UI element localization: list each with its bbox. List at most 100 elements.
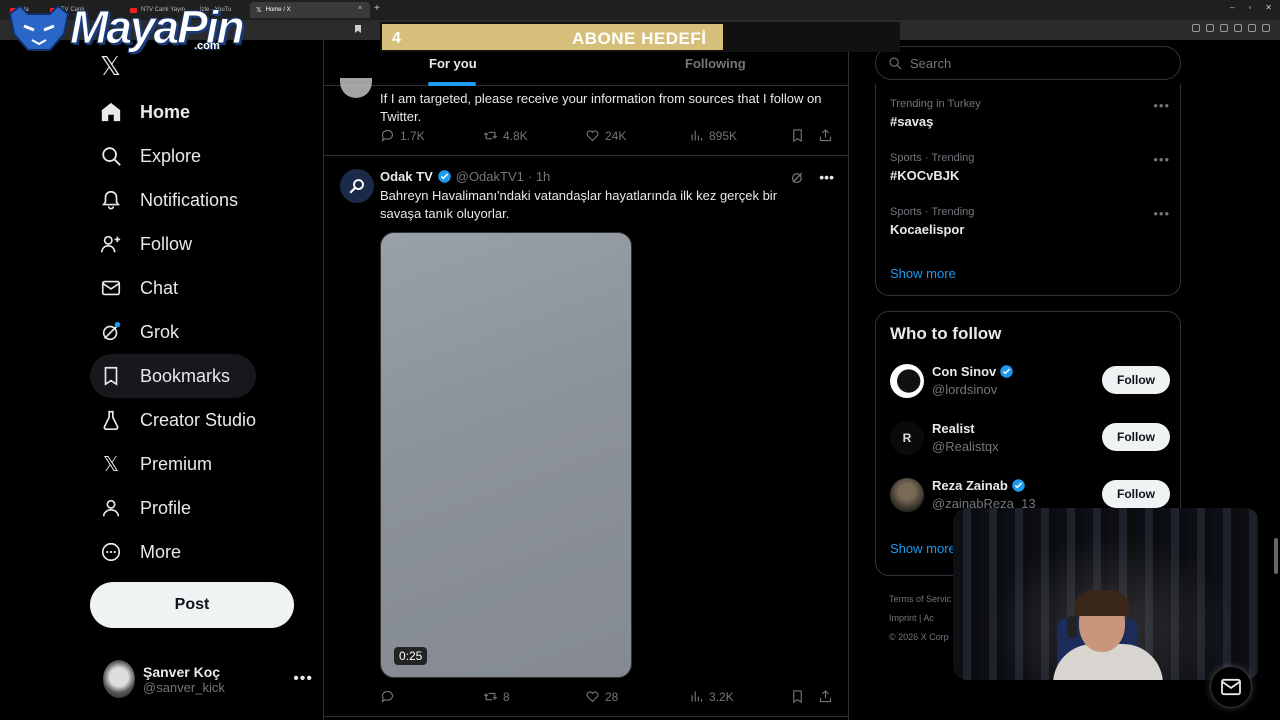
nav-explore[interactable]: Explore [90,134,320,178]
new-tab-button[interactable]: + [374,3,380,14]
avatar[interactable] [340,169,374,203]
bookmark-button[interactable] [790,128,805,143]
reply-button[interactable] [380,689,395,704]
more-horizontal-icon[interactable]: ••• [293,670,313,688]
nav-follow[interactable]: Follow [90,222,320,266]
grok-icon [100,321,122,343]
nav-profile[interactable]: Profile [90,486,320,530]
follow-button[interactable]: Follow [1102,480,1170,508]
follow-button[interactable]: Follow [1102,366,1170,394]
bookmark-button[interactable] [790,689,805,704]
more-horizontal-icon[interactable]: ••• [1153,152,1170,167]
bell-icon [100,189,122,211]
tweet-time[interactable]: · 1h [528,169,550,184]
nav-chat[interactable]: Chat [90,266,320,310]
close-window-icon[interactable]: ✕ [1265,3,1272,12]
x-logo-icon[interactable]: 𝕏 [100,52,121,82]
trend-item[interactable]: Sports · Trending Kocaelispor ••• [890,206,1170,237]
webcam-overlay [953,508,1259,680]
tab-for-you[interactable]: For you [429,56,477,71]
avatar[interactable] [890,478,924,512]
views-button[interactable]: 3.2K [689,689,734,704]
sidebar-icon[interactable] [1220,24,1228,32]
tweet[interactable]: Odak TV @OdakTV1 · 1h ••• Bahreyn Havali… [324,157,848,717]
nav-home[interactable]: Home [90,90,320,134]
extension-icon[interactable] [1192,24,1200,32]
messages-drawer-button[interactable] [1210,666,1252,708]
verified-badge-icon [1000,365,1014,378]
follow-suggestion[interactable]: R Realist @Realistqx Follow [890,421,1170,461]
bookmark-icon [793,690,802,704]
timeline: For you Following If I am targeted, plea… [323,40,849,720]
goal-title: ABONE HEDEFİ [572,29,707,48]
tab-following[interactable]: Following [685,56,746,71]
account-switcher[interactable]: Şanver Koç @sanver_kick ••• [103,660,313,698]
reply-icon [381,690,394,703]
tweet-video[interactable]: 0:25 [380,232,632,678]
split-view-icon[interactable] [1234,24,1242,32]
more-horizontal-icon[interactable]: ••• [1153,206,1170,221]
primary-nav: Home Explore Notifications Follow Chat G… [90,90,320,574]
trend-item[interactable]: Trending in Turkey #savaş ••• [890,98,1170,129]
more-horizontal-icon[interactable]: ••• [819,169,834,185]
maximize-icon[interactable]: ▫ [1248,3,1251,12]
show-more-link[interactable]: Show more [890,541,956,556]
tweet-text: Bahreyn Havalimanı'ndaki vatandaşlar hay… [380,188,778,221]
share-icon [819,129,832,142]
reply-button[interactable]: 1.7K [380,128,425,143]
extension-icon[interactable] [1206,24,1214,32]
menu-icon[interactable] [1262,24,1270,32]
follow-button[interactable]: Follow [1102,423,1170,451]
heart-icon [586,691,599,703]
browser-tab-active[interactable]: 𝕏 Home / X [250,2,370,18]
avatar[interactable] [890,364,924,398]
analytics-icon [691,691,703,702]
author-handle[interactable]: @OdakTV1 [456,169,524,184]
who-to-follow-title: Who to follow [890,324,1002,343]
grok-icon[interactable] [790,170,805,185]
tweet[interactable]: If I am targeted, please receive your in… [324,78,848,156]
tweet-actions: 8 28 3.2K [380,689,840,707]
repost-icon [483,131,498,140]
home-icon [100,101,122,123]
nav-premium[interactable]: 𝕏 Premium [90,442,320,486]
post-button[interactable]: Post [90,582,294,628]
tweet-header: Odak TV @OdakTV1 · 1h [380,169,550,184]
person-icon [100,497,122,519]
nav-creator-studio[interactable]: Creator Studio [90,398,320,442]
like-button[interactable]: 24K [585,128,626,143]
avatar [103,660,135,698]
avatar[interactable] [340,78,372,98]
search-placeholder: Search [910,55,952,71]
goal-target: 6 [881,30,890,47]
shield-icon[interactable] [1248,24,1256,32]
share-button[interactable] [818,128,833,143]
more-horizontal-icon[interactable]: ••• [1153,98,1170,113]
nav-more[interactable]: More [90,530,320,574]
views-button[interactable]: 895K [689,128,737,143]
search-input[interactable]: Search [875,46,1181,80]
author-name[interactable]: Odak TV [380,169,433,184]
bookmark-icon [100,365,122,387]
scrollbar-thumb[interactable] [1274,538,1278,574]
minimize-icon[interactable]: – [1230,3,1234,12]
repost-button[interactable]: 8 [483,689,510,704]
analytics-icon [691,130,703,141]
repost-button[interactable]: 4.8K [483,128,528,143]
x-icon: 𝕏 [102,453,120,476]
close-tab-icon[interactable]: × [358,5,362,12]
repost-icon [483,692,498,701]
search-icon [100,145,122,167]
nav-grok[interactable]: Grok [90,310,320,354]
share-button[interactable] [818,689,833,704]
follow-suggestion[interactable]: Con Sinov @lordsinov Follow [890,364,1170,404]
like-button[interactable]: 28 [585,689,618,704]
nav-bookmarks[interactable]: Bookmarks [90,354,256,398]
search-icon [889,57,902,70]
avatar[interactable]: R [890,421,924,455]
nav-notifications[interactable]: Notifications [90,178,320,222]
verified-badge-icon [1012,479,1025,492]
trend-item[interactable]: Sports · Trending #KOCvBJK ••• [890,152,1170,183]
x-favicon-icon: 𝕏 [256,7,262,14]
show-more-link[interactable]: Show more [890,266,956,281]
